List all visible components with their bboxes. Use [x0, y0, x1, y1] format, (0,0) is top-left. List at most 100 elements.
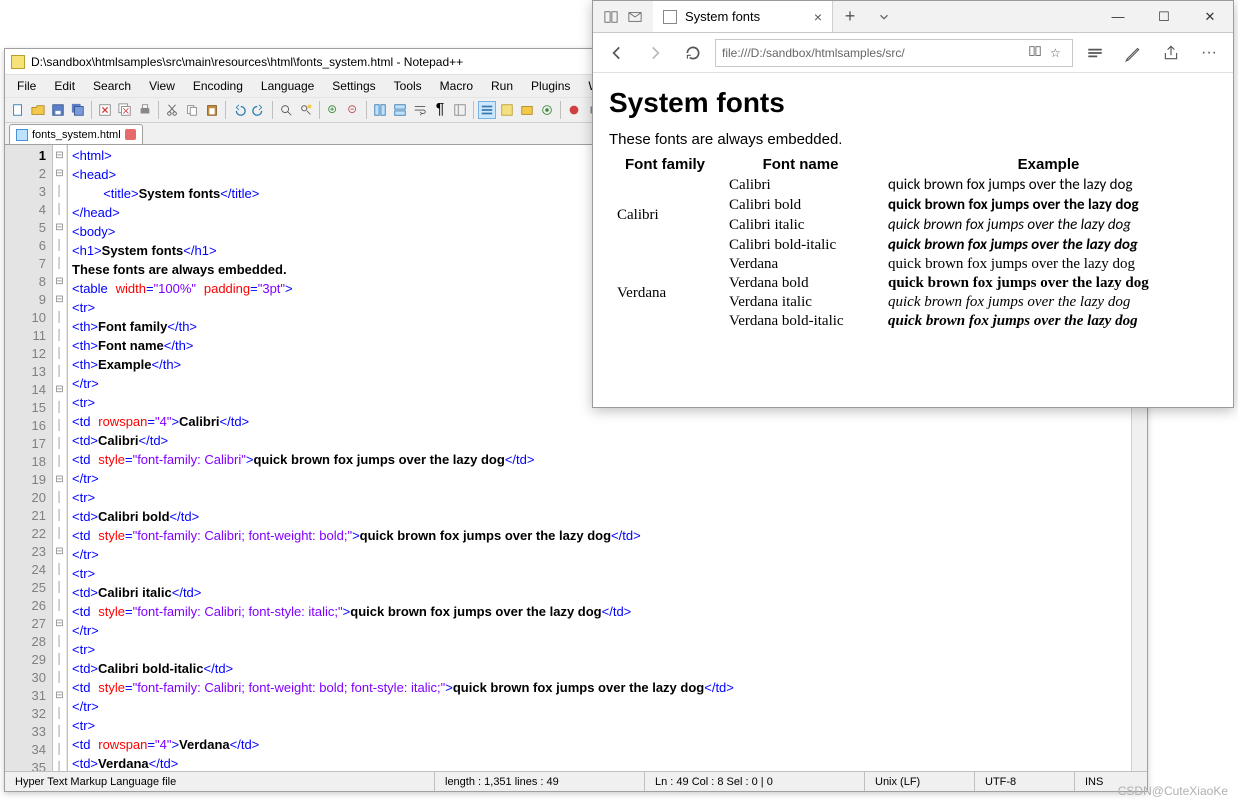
th-family: Font family — [609, 154, 721, 175]
menu-plugins[interactable]: Plugins — [523, 77, 578, 95]
share-icon[interactable] — [1155, 37, 1187, 69]
status-ins[interactable]: INS — [1075, 772, 1113, 791]
menu-file[interactable]: File — [9, 77, 44, 95]
new-tab-button[interactable]: + — [833, 1, 867, 32]
menu-edit[interactable]: Edit — [46, 77, 83, 95]
menu-settings[interactable]: Settings — [324, 77, 383, 95]
cell-example: quick brown fox jumps over the lazy dog — [880, 274, 1217, 293]
paste-icon[interactable] — [203, 101, 221, 119]
menu-tools[interactable]: Tools — [386, 77, 430, 95]
menu-encoding[interactable]: Encoding — [185, 77, 251, 95]
cell-family: Verdana — [609, 255, 721, 331]
function-list-icon[interactable] — [498, 101, 516, 119]
print-icon[interactable] — [136, 101, 154, 119]
cell-fontname: Calibri — [721, 175, 880, 195]
copy-icon[interactable] — [183, 101, 201, 119]
th-name: Font name — [721, 154, 880, 175]
tab-strip: System fonts × + — ☐ ✕ — [593, 1, 1233, 33]
cell-fontname: Calibri bold — [721, 195, 880, 215]
statusbar: Hyper Text Markup Language file length :… — [5, 771, 1147, 791]
close-icon[interactable] — [96, 101, 114, 119]
status-length: length : 1,351 lines : 49 — [435, 772, 645, 791]
tab-actions-icon[interactable] — [867, 1, 901, 32]
replace-icon[interactable] — [297, 101, 315, 119]
cell-fontname: Calibri italic — [721, 215, 880, 235]
minimize-button[interactable]: — — [1095, 1, 1141, 32]
menu-view[interactable]: View — [141, 77, 183, 95]
tab-fonts-system[interactable]: fonts_system.html — [9, 124, 143, 144]
line-number-gutter: 1234567891011121314151617181920212223242… — [5, 145, 53, 771]
browser-toolbar: file:///D:/sandbox/htmlsamples/src/ ☆ ··… — [593, 33, 1233, 73]
notes-icon[interactable] — [1117, 37, 1149, 69]
cell-fontname: Verdana bold — [721, 274, 880, 293]
tab-close-icon[interactable]: × — [814, 9, 822, 25]
cell-fontname: Verdana italic — [721, 293, 880, 312]
undo-icon[interactable] — [230, 101, 248, 119]
maximize-button[interactable]: ☐ — [1141, 1, 1187, 32]
tabs-preview-icon[interactable] — [623, 5, 647, 29]
cell-example: quick brown fox jumps over the lazy dog — [880, 215, 1217, 235]
reading-view-icon[interactable] — [1028, 44, 1044, 61]
close-all-icon[interactable] — [116, 101, 134, 119]
tab-title: System fonts — [685, 9, 760, 24]
file-icon — [16, 129, 28, 141]
table-row: CalibriCalibriquick brown fox jumps over… — [609, 175, 1217, 195]
sync-h-icon[interactable] — [391, 101, 409, 119]
save-icon[interactable] — [49, 101, 67, 119]
favorite-icon[interactable]: ☆ — [1050, 46, 1066, 60]
app-icon — [11, 55, 25, 69]
tab-close-icon[interactable] — [125, 129, 136, 140]
wrap-icon[interactable] — [411, 101, 429, 119]
find-icon[interactable] — [277, 101, 295, 119]
cell-example: quick brown fox jumps over the lazy dog — [880, 293, 1217, 312]
show-all-icon[interactable]: ¶ — [431, 101, 449, 119]
address-bar[interactable]: file:///D:/sandbox/htmlsamples/src/ ☆ — [715, 39, 1073, 67]
cell-example: quick brown fox jumps over the lazy dog — [880, 235, 1217, 255]
url-text: file:///D:/sandbox/htmlsamples/src/ — [722, 46, 1022, 60]
cell-fontname: Calibri bold-italic — [721, 235, 880, 255]
indent-guide-icon[interactable] — [451, 101, 469, 119]
page-icon — [663, 10, 677, 24]
cut-icon[interactable] — [163, 101, 181, 119]
new-file-icon[interactable] — [9, 101, 27, 119]
sync-v-icon[interactable] — [371, 101, 389, 119]
forward-button[interactable] — [639, 37, 671, 69]
zoom-in-icon[interactable] — [324, 101, 342, 119]
status-encoding[interactable]: UTF-8 — [975, 772, 1075, 791]
table-row: VerdanaVerdanaquick brown fox jumps over… — [609, 255, 1217, 274]
menu-language[interactable]: Language — [253, 77, 322, 95]
page-heading: System fonts — [609, 87, 1217, 119]
more-icon[interactable]: ··· — [1193, 37, 1225, 69]
hub-icon[interactable] — [1079, 37, 1111, 69]
browser-tab[interactable]: System fonts × — [653, 1, 833, 32]
page-intro: These fonts are always embedded. — [609, 131, 1217, 148]
cell-example: quick brown fox jumps over the lazy dog — [880, 255, 1217, 274]
th-example: Example — [880, 154, 1217, 175]
edge-browser-window: System fonts × + — ☐ ✕ file:///D:/sandbo… — [592, 0, 1234, 408]
watermark: CSDN@CuteXiaoKe — [1118, 784, 1228, 798]
close-button[interactable]: ✕ — [1187, 1, 1233, 32]
cell-fontname: Verdana — [721, 255, 880, 274]
status-position: Ln : 49 Col : 8 Sel : 0 | 0 — [645, 772, 865, 791]
zoom-out-icon[interactable] — [344, 101, 362, 119]
back-button[interactable] — [601, 37, 633, 69]
folder-view-icon[interactable] — [518, 101, 536, 119]
refresh-button[interactable] — [677, 37, 709, 69]
cell-fontname: Verdana bold-italic — [721, 312, 880, 331]
window-title: D:\sandbox\htmlsamples\src\main\resource… — [31, 49, 463, 75]
set-aside-tabs-icon[interactable] — [599, 5, 623, 29]
save-all-icon[interactable] — [69, 101, 87, 119]
menu-search[interactable]: Search — [85, 77, 139, 95]
fold-column[interactable]: ⊟⊟││⊟││⊟⊟││││⊟││││⊟│││⊟│││⊟│││⊟││││ — [53, 145, 67, 771]
cell-example: quick brown fox jumps over the lazy dog — [880, 175, 1217, 195]
open-file-icon[interactable] — [29, 101, 47, 119]
status-eol[interactable]: Unix (LF) — [865, 772, 975, 791]
status-filetype: Hyper Text Markup Language file — [5, 772, 435, 791]
redo-icon[interactable] — [250, 101, 268, 119]
tab-label: fonts_system.html — [32, 129, 121, 141]
record-macro-icon[interactable] — [565, 101, 583, 119]
doc-list-icon[interactable] — [478, 101, 496, 119]
menu-run[interactable]: Run — [483, 77, 521, 95]
menu-macro[interactable]: Macro — [432, 77, 481, 95]
monitor-icon[interactable] — [538, 101, 556, 119]
